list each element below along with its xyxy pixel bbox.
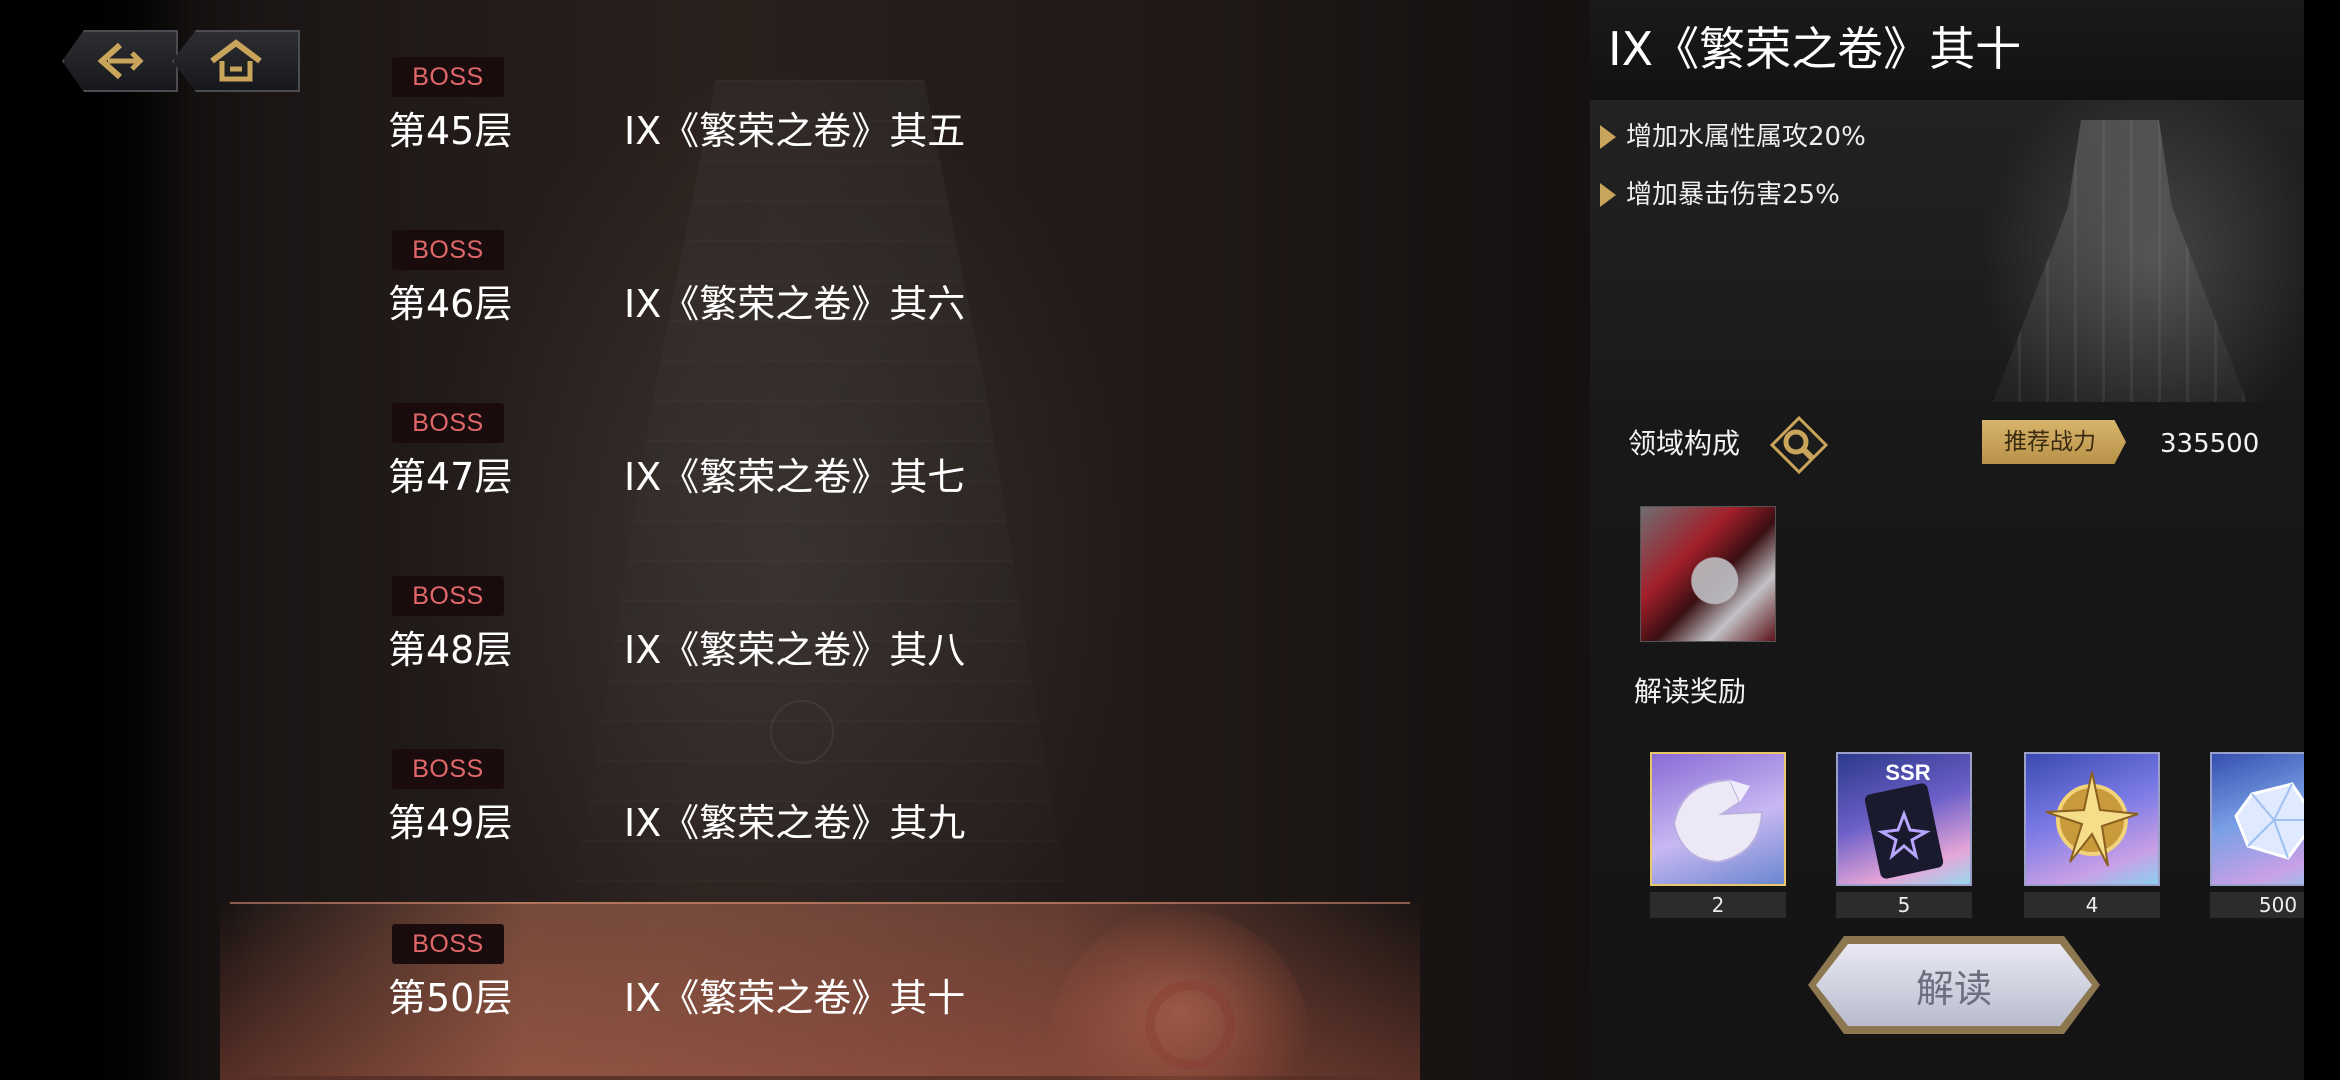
floor-name: IX《繁荣之卷》其五 <box>624 109 966 153</box>
reward-quantity: 500 <box>2210 892 2304 918</box>
decode-button[interactable]: 解读 <box>1816 944 2092 1026</box>
enemy-avatar[interactable] <box>1640 506 1776 642</box>
reward-item[interactable]: 2 <box>1650 752 1786 918</box>
floor-number: 第48层 <box>388 628 513 672</box>
gold-star-emblem-icon <box>2045 771 2139 867</box>
floor-row[interactable]: BOSS 第49层 IX《繁荣之卷》其九 <box>230 729 1410 901</box>
magnifier-button[interactable] <box>1769 415 1829 475</box>
domain-composition-label: 领域构成 <box>1628 427 1741 460</box>
background-vignette <box>0 0 190 1080</box>
floor-name: IX《繁荣之卷》其七 <box>624 455 966 499</box>
triangle-bullet-icon <box>1600 183 1616 207</box>
floor-name: IX《繁荣之卷》其六 <box>624 282 966 326</box>
floor-name: IX《繁荣之卷》其八 <box>624 628 966 672</box>
floor-row[interactable]: BOSS 第50层 IX《繁荣之卷》其十 <box>230 902 1410 1076</box>
buff-item: 增加暴击伤害25% <box>1600 178 1840 212</box>
reward-box: SSR <box>1836 752 1972 886</box>
boss-badge: BOSS <box>392 57 504 97</box>
floor-row[interactable]: BOSS 第48层 IX《繁荣之卷》其八 <box>230 556 1410 728</box>
floor-number: 第46层 <box>388 282 513 326</box>
panel-title: IX《繁荣之卷》其十 <box>1608 22 2022 76</box>
reward-label: 解读奖励 <box>1634 675 1747 708</box>
machine-art <box>1990 120 2250 410</box>
reward-box <box>2024 752 2160 886</box>
reward-quantity: 5 <box>1836 892 1972 918</box>
floor-row[interactable]: BOSS 第46层 IX《繁荣之卷》其六 <box>230 210 1410 382</box>
recommended-power-label: 推荐战力 <box>1982 420 2126 464</box>
back-arrow-icon <box>97 42 144 80</box>
reward-quantity: 4 <box>2024 892 2160 918</box>
reward-item[interactable]: 500 <box>2210 752 2304 918</box>
screen-edge <box>2304 0 2340 1080</box>
buff-text: 增加暴击伤害25% <box>1626 180 1840 210</box>
boss-badge: BOSS <box>392 230 504 270</box>
reward-item[interactable]: 4 <box>2024 752 2160 918</box>
boss-badge: BOSS <box>392 924 504 964</box>
back-button[interactable] <box>62 30 178 92</box>
recommended-power-value: 335500 <box>2160 429 2260 459</box>
reward-box <box>2210 752 2304 886</box>
reward-box <box>1650 752 1786 886</box>
boss-badge: BOSS <box>392 576 504 616</box>
fan-shard-icon <box>1672 778 1764 864</box>
panel-lower: 领域构成 推荐战力 335500 解读奖励 2 SSR 5 4 500 解读 <box>1590 402 2304 1080</box>
reward-item[interactable]: SSR 5 <box>1836 752 1972 918</box>
reward-quantity: 2 <box>1650 892 1786 918</box>
buff-text: 增加水属性属攻20% <box>1626 122 1866 152</box>
panel-header: IX《繁荣之卷》其十 <box>1590 0 2304 100</box>
floor-number: 第49层 <box>388 801 513 845</box>
triangle-bullet-icon <box>1600 125 1616 149</box>
magnifier-icon <box>1769 415 1829 475</box>
boss-badge: BOSS <box>392 403 504 443</box>
floor-detail-panel: IX《繁荣之卷》其十 增加水属性属攻20% 增加暴击伤害25% 领域构成 推荐战… <box>1590 0 2304 1080</box>
floor-name: IX《繁荣之卷》其十 <box>624 976 966 1020</box>
boss-badge: BOSS <box>392 749 504 789</box>
buff-item: 增加水属性属攻20% <box>1600 120 1866 154</box>
ssr-badge-text: SSR <box>1885 760 1930 785</box>
floor-row[interactable]: BOSS 第45层 IX《繁荣之卷》其五 <box>230 37 1410 209</box>
floor-number: 第47层 <box>388 455 513 499</box>
ssr-card-icon: SSR <box>1864 760 1944 879</box>
panel-background-art: 增加水属性属攻20% 增加暴击伤害25% <box>1590 100 2304 410</box>
floor-number: 第50层 <box>388 976 513 1020</box>
crystal-gem-icon <box>2234 782 2304 860</box>
floor-number: 第45层 <box>388 109 513 153</box>
floor-name: IX《繁荣之卷》其九 <box>624 801 966 845</box>
floor-row[interactable]: BOSS 第47层 IX《繁荣之卷》其七 <box>230 383 1410 555</box>
